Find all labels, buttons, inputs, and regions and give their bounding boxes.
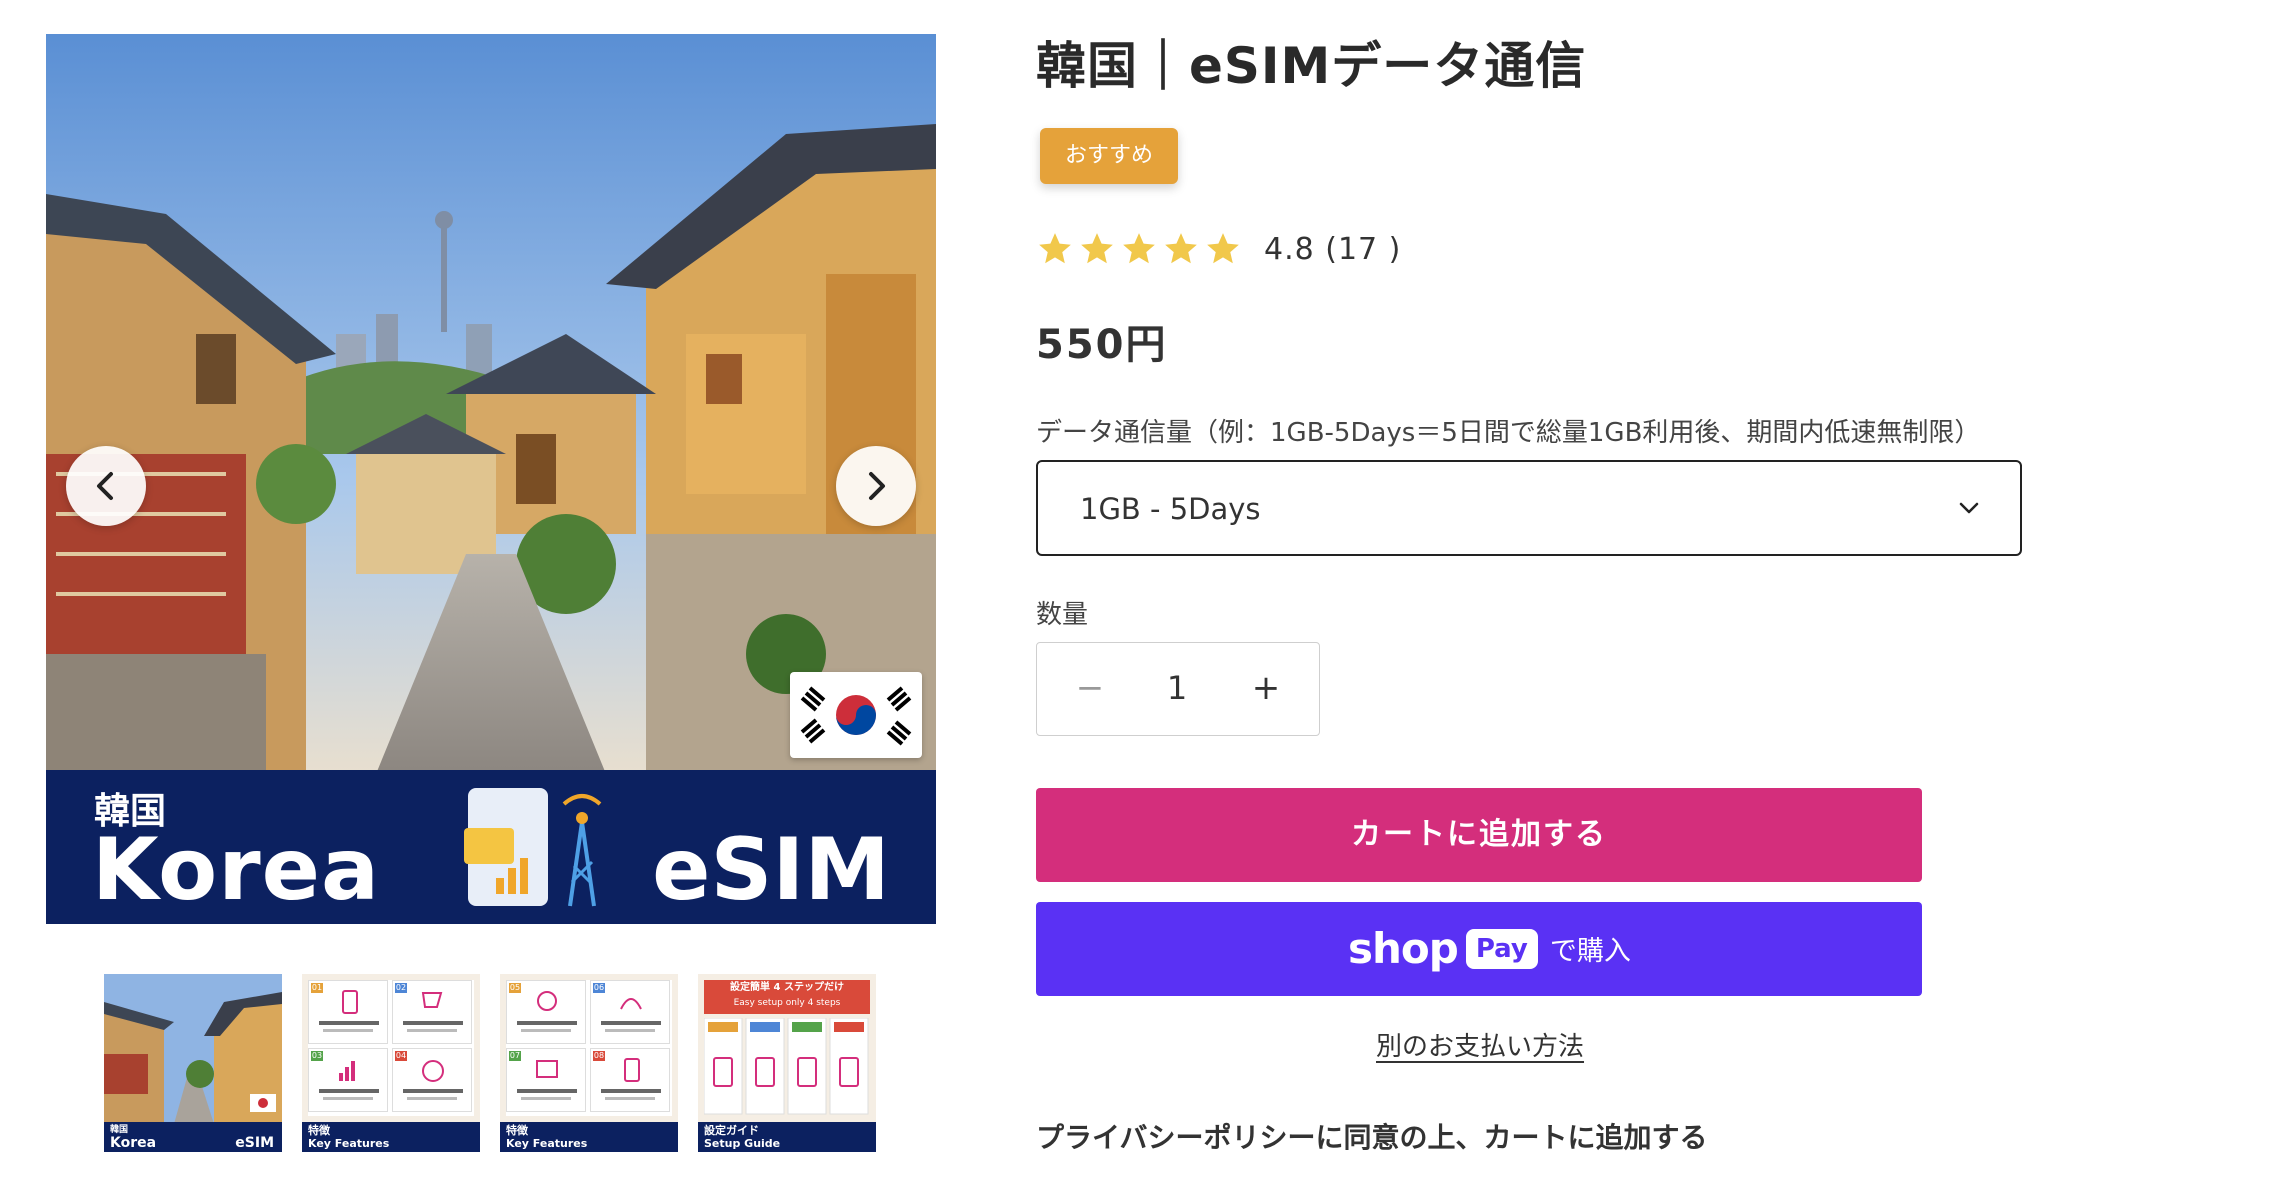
product-price: 550円: [1036, 322, 1168, 368]
chevron-down-icon: [1959, 502, 1979, 514]
quantity-increase-button[interactable]: +: [1243, 665, 1289, 711]
shop-pay-button[interactable]: shop Pay で購入: [1036, 902, 1922, 996]
features-grid: 01 02 03 04: [308, 980, 474, 1116]
thumbnail-1-caption: 韓国 Korea eSIM: [104, 1122, 282, 1152]
gallery-prev-button[interactable]: [66, 446, 146, 526]
setup-header: 設定簡単 4 ステップだけ Easy setup only 4 steps: [704, 980, 870, 1014]
feature-cell: 05: [506, 980, 586, 1044]
banner-esim: eSIM: [652, 820, 890, 920]
banner-korea-en: Korea: [92, 820, 380, 920]
feature-cell: 07: [506, 1048, 586, 1112]
thumb1-esim: eSIM: [235, 1135, 274, 1151]
feature-cell: 06: [590, 980, 670, 1044]
thumb4-en: Setup Guide: [704, 1137, 781, 1150]
shop-pay-logo-pill: Pay: [1465, 928, 1538, 969]
product-main-image[interactable]: 韓国 Korea eSIM: [46, 34, 936, 924]
star-icon: [1123, 233, 1155, 264]
setup-header-en: Easy setup only 4 steps: [733, 998, 841, 1008]
thumb1-en: Korea: [110, 1135, 157, 1151]
chevron-right-icon: [869, 472, 885, 500]
recommended-badge: おすすめ: [1040, 128, 1178, 184]
star-icon: [1207, 233, 1239, 264]
product-banner: 韓国 Korea eSIM: [46, 770, 936, 924]
product-title: 韓国｜eSIMデータ通信: [1036, 37, 1587, 95]
privacy-note: プライバシーポリシーに同意の上、カートに追加する: [1036, 1121, 1708, 1154]
rating-stars: [1036, 230, 1242, 268]
other-payment-link[interactable]: 別のお支払い方法: [1376, 1026, 1584, 1063]
phone-signal-icon: [464, 788, 602, 907]
feature-cell: 04: [392, 1048, 472, 1112]
star-icon: [1081, 233, 1113, 264]
rating-value: 4.8 (17 ): [1264, 231, 1402, 267]
features-grid: 05 06 07 08: [506, 980, 672, 1116]
thumbnail-2[interactable]: 01 02 03 04 特徴 Key Features: [302, 974, 480, 1152]
variant-selected-value: 1GB - 5Days: [1080, 492, 1261, 526]
shop-pay-logo-word: shop: [1348, 924, 1459, 973]
thumbnail-3-caption: 特徴 Key Features: [500, 1122, 678, 1152]
quantity-label: 数量: [1036, 600, 1089, 630]
quantity-stepper: − 1 +: [1036, 642, 1320, 736]
feature-cell: 02: [392, 980, 472, 1044]
feature-cell: 08: [590, 1048, 670, 1112]
star-icon: [1039, 233, 1071, 264]
thumb3-en: Key Features: [506, 1137, 588, 1150]
thumb3-jp: 特徴: [506, 1124, 528, 1137]
setup-header-jp: 設定簡単 4 ステップだけ: [730, 982, 844, 993]
thumb2-jp: 特徴: [308, 1124, 330, 1137]
star-icon: [1165, 233, 1197, 264]
quantity-decrease-button[interactable]: −: [1067, 665, 1113, 711]
feature-cell: 03: [308, 1048, 388, 1112]
thumb2-en: Key Features: [308, 1137, 390, 1150]
quantity-input[interactable]: 1: [1147, 665, 1207, 711]
gallery-next-button[interactable]: [836, 446, 916, 526]
feature-cell: 01: [308, 980, 388, 1044]
shop-pay-label: で購入: [1549, 936, 1631, 967]
thumbnail-2-caption: 特徴 Key Features: [302, 1122, 480, 1152]
korea-flag-image: [790, 672, 922, 758]
setup-steps-illustration: [704, 1018, 869, 1115]
thumbnail-3[interactable]: 05 06 07 08 特徴 Key Features: [500, 974, 678, 1152]
variant-select[interactable]: 1GB - 5Days: [1036, 460, 2022, 556]
chevron-left-icon: [97, 472, 113, 500]
variant-label: データ通信量（例：1GB-5Days＝5日間で総量1GB利用後、期間内低速無制限…: [1036, 418, 1981, 448]
thumbnail-strip: 韓国 Korea eSIM 01 02 03 04 特徴 Key Feature…: [104, 974, 876, 1152]
thumb4-jp: 設定ガイド: [704, 1124, 759, 1137]
thumbnail-4-caption: 設定ガイド Setup Guide: [698, 1122, 876, 1152]
add-to-cart-button[interactable]: カートに追加する: [1036, 788, 1922, 882]
product-rating[interactable]: 4.8 (17 ): [1036, 230, 1401, 268]
thumbnail-1[interactable]: 韓国 Korea eSIM: [104, 974, 282, 1152]
thumbnail-4[interactable]: 設定簡単 4 ステップだけ Easy setup only 4 steps 設定…: [698, 974, 876, 1152]
